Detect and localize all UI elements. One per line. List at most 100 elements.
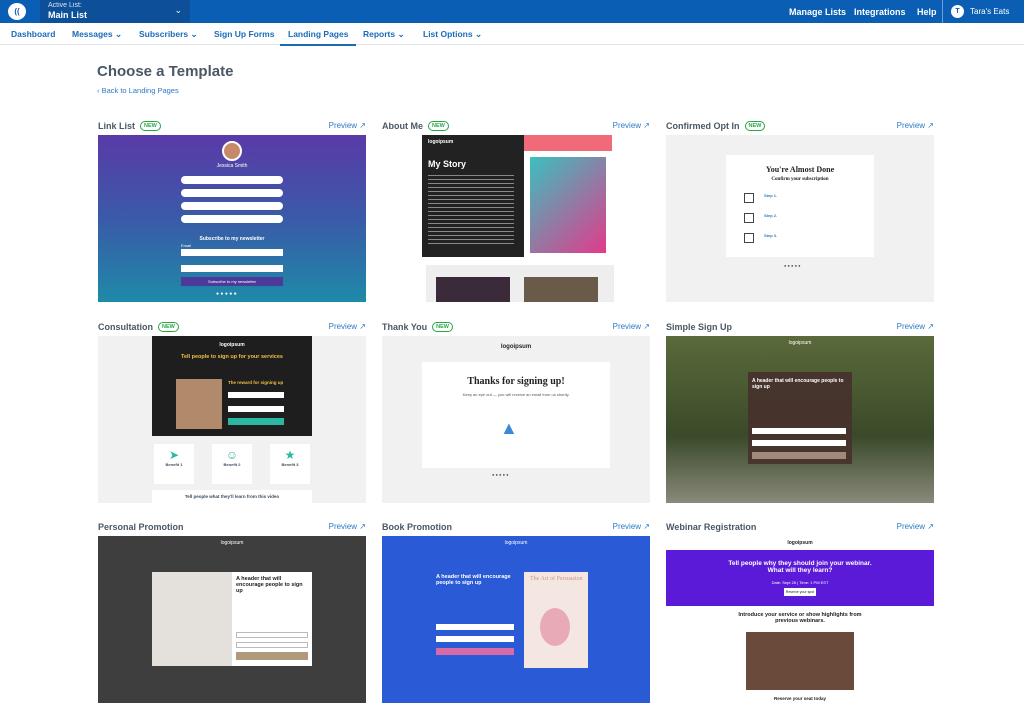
integrations-link[interactable]: Integrations xyxy=(854,7,906,17)
help-link[interactable]: Help xyxy=(917,7,937,17)
template-card-link-list[interactable]: Link List NEW Preview ↗ Jessica Smith Sub… xyxy=(98,121,366,307)
user-menu[interactable]: T Tara's Eats xyxy=(942,0,1024,23)
photo-image xyxy=(436,277,510,302)
profile-name: Jessica Smith xyxy=(216,163,248,169)
nav-list-options[interactable]: List Options ⌄ xyxy=(423,29,482,40)
avatar xyxy=(222,141,242,161)
logo: logoipsum xyxy=(219,342,245,348)
nav-label: List Options xyxy=(423,29,473,39)
external-link-icon: ↗ xyxy=(643,322,650,331)
template-thumbnail[interactable]: logoipsum Tell people why they should jo… xyxy=(666,536,934,703)
thanks-heading: Thanks for signing up! xyxy=(467,376,565,387)
external-link-icon: ↗ xyxy=(927,522,934,531)
subscribe-heading: Subscribe to my newsletter xyxy=(199,236,265,242)
back-to-landing-pages-link[interactable]: ‹ Back to Landing Pages xyxy=(97,86,179,95)
chevron-left-icon: ‹ xyxy=(97,86,100,95)
preview-label: Preview xyxy=(328,322,358,331)
template-card-consultation[interactable]: Consultation NEW Preview ↗ logoipsum Tell… xyxy=(98,322,366,508)
submit-button xyxy=(436,648,514,655)
people-icon: ☺ xyxy=(225,448,239,462)
preview-link[interactable]: Preview ↗ xyxy=(613,121,650,130)
new-badge: NEW xyxy=(428,121,449,131)
template-thumbnail[interactable]: logoipsum Tell people to sign up for you… xyxy=(98,336,366,503)
template-card-personal-promotion[interactable]: Personal Promotion Preview ↗ logoipsum A… xyxy=(98,522,366,708)
nav-messages[interactable]: Messages ⌄ xyxy=(72,29,122,40)
template-thumbnail[interactable]: logoipsum My Story xyxy=(382,135,650,302)
benefit-card: ☺ Benefit 2 xyxy=(212,444,252,484)
benefit-card: ➤ Benefit 1 xyxy=(154,444,194,484)
form-field xyxy=(236,632,308,638)
template-name: Book Promotion xyxy=(382,522,452,532)
link-button xyxy=(181,215,283,223)
benefit-label: Benefit 2 xyxy=(223,462,241,467)
party-popper-icon: ▲ xyxy=(500,418,518,438)
nav-dashboard[interactable]: Dashboard xyxy=(11,29,55,39)
template-name: Personal Promotion xyxy=(98,522,184,532)
photo-image xyxy=(152,572,232,666)
form-field xyxy=(436,624,514,630)
template-name: Consultation xyxy=(98,322,153,332)
step-label: Step 2. xyxy=(764,213,778,218)
preview-label: Preview xyxy=(896,121,926,130)
reward-heading: The reward for signing up xyxy=(228,380,284,385)
template-card-simple-sign-up[interactable]: Simple Sign Up Preview ↗ logoipsum A hea… xyxy=(666,322,934,508)
event-photo-image xyxy=(746,632,854,690)
social-icons: ● ● ● ● ● xyxy=(784,263,801,268)
template-thumbnail[interactable]: Jessica Smith Subscribe to my newsletter… xyxy=(98,135,366,302)
brand-logo-icon[interactable]: (( xyxy=(8,3,26,20)
email-field xyxy=(181,249,283,256)
template-thumbnail[interactable]: You're Almost Done Confirm your subscrip… xyxy=(666,135,934,302)
nav-landing-pages[interactable]: Landing Pages xyxy=(280,29,357,46)
logo: logoipsum xyxy=(787,540,813,546)
submit-button xyxy=(228,418,284,425)
preview-label: Preview xyxy=(896,322,926,331)
nav-reports[interactable]: Reports ⌄ xyxy=(363,29,405,40)
template-card-book-promotion[interactable]: Book Promotion Preview ↗ logoipsum A hea… xyxy=(382,522,650,708)
click-icon xyxy=(744,213,754,223)
preview-label: Preview xyxy=(612,322,642,331)
preview-link[interactable]: Preview ↗ xyxy=(329,322,366,331)
template-thumbnail[interactable]: logoipsum A header that will encourage p… xyxy=(666,336,934,503)
social-icons: ● ● ● ● ● xyxy=(216,291,237,297)
preview-link[interactable]: Preview ↗ xyxy=(897,121,934,130)
preview-link[interactable]: Preview ↗ xyxy=(329,522,366,531)
name-field xyxy=(181,265,283,272)
nav-subscribers[interactable]: Subscribers ⌄ xyxy=(139,29,198,40)
preview-link[interactable]: Preview ↗ xyxy=(329,121,366,130)
template-thumbnail[interactable]: logoipsum Thanks for signing up! Keep an… xyxy=(382,336,650,503)
active-list-value: Main List xyxy=(48,10,88,20)
template-card-confirmed-opt-in[interactable]: Confirmed Opt In NEW Preview ↗ You're Alm… xyxy=(666,121,934,307)
preview-link[interactable]: Preview ↗ xyxy=(613,322,650,331)
template-name: Webinar Registration xyxy=(666,522,757,532)
chevron-down-icon: ⌄ xyxy=(397,29,405,39)
nav-sign-up-forms[interactable]: Sign Up Forms xyxy=(214,29,274,39)
preview-link[interactable]: Preview ↗ xyxy=(897,322,934,331)
template-thumbnail[interactable]: logoipsum A header that will encourage p… xyxy=(382,536,650,703)
nav-label: Subscribers xyxy=(139,29,189,39)
submit-button xyxy=(236,652,308,660)
video-heading: Tell people what they'll learn from this… xyxy=(152,490,312,503)
chevron-down-icon: ⌄ xyxy=(190,29,198,39)
active-list-selector[interactable]: Active List: Main List ⌄ xyxy=(40,0,190,23)
form-field xyxy=(228,406,284,412)
nav-label: Messages xyxy=(72,29,113,39)
confirm-heading: You're Almost Done xyxy=(765,165,835,174)
preview-link[interactable]: Preview ↗ xyxy=(613,522,650,531)
template-card-about-me[interactable]: About Me NEW Preview ↗ logoipsum My Story xyxy=(382,121,650,307)
email-icon xyxy=(744,193,754,203)
social-icons: ● ● ● ● ● xyxy=(492,472,509,477)
external-link-icon: ↗ xyxy=(643,121,650,130)
story-heading: My Story xyxy=(428,159,467,169)
photo-image xyxy=(524,277,598,302)
logo: logoipsum xyxy=(788,340,812,346)
template-thumbnail[interactable]: logoipsum A header that will encourage p… xyxy=(98,536,366,703)
template-card-thank-you[interactable]: Thank You NEW Preview ↗ logoipsum Thanks … xyxy=(382,322,650,508)
preview-link[interactable]: Preview ↗ xyxy=(897,522,934,531)
logo: logoipsum xyxy=(504,540,528,546)
external-link-icon: ↗ xyxy=(359,522,366,531)
template-card-webinar-registration[interactable]: Webinar Registration Preview ↗ logoipsum… xyxy=(666,522,934,708)
new-badge: NEW xyxy=(744,121,766,131)
nav-label: Dashboard xyxy=(11,29,56,39)
manage-lists-link[interactable]: Manage Lists xyxy=(789,7,846,17)
chevron-down-icon: ⌄ xyxy=(174,5,182,15)
